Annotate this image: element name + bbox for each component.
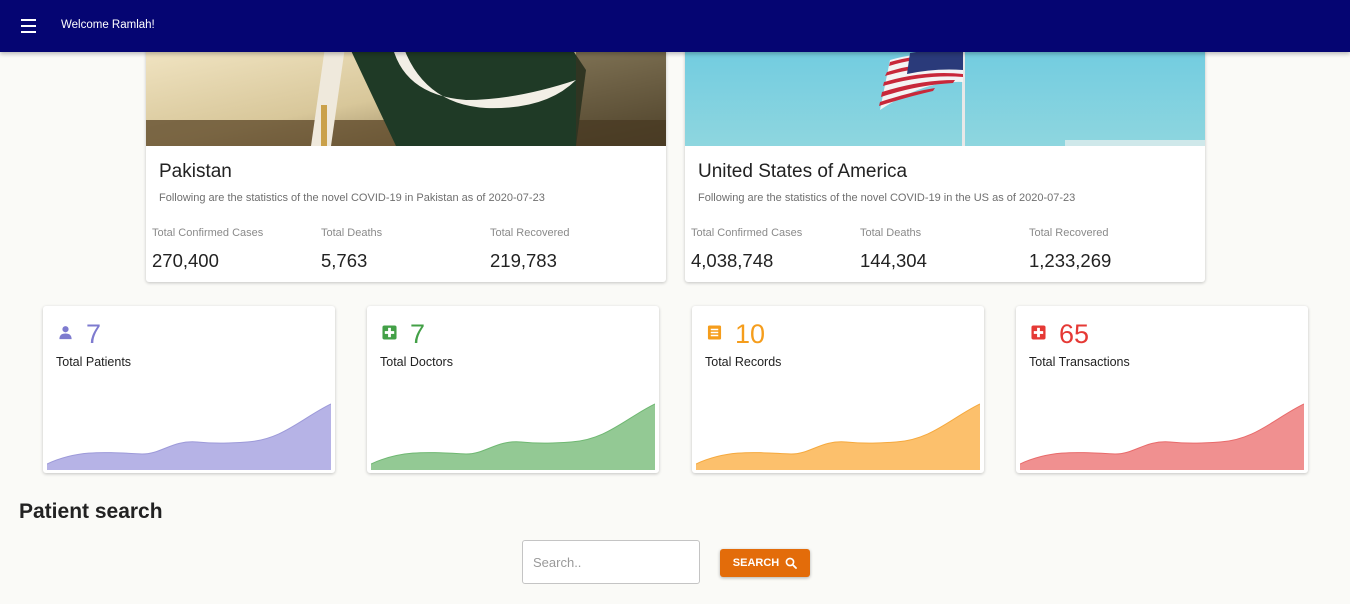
- pakistan-flag-image: [146, 40, 666, 146]
- metric-label: Total Patients: [56, 355, 132, 369]
- patient-search-title: Patient search: [19, 500, 163, 523]
- search-icon: [785, 557, 798, 569]
- country-description: Following are the statistics of the nove…: [698, 192, 1076, 204]
- metric-count: 7: [86, 319, 102, 349]
- usa-card: United States of America Following are t…: [685, 40, 1205, 282]
- recovered-stat: Total Recovered 1,233,269: [1029, 227, 1194, 272]
- trend-sparkline: [371, 403, 655, 470]
- search-input[interactable]: [522, 540, 700, 584]
- stat-label: Total Recovered: [490, 227, 570, 239]
- recovered-stat: Total Recovered 219,783: [490, 227, 655, 272]
- metric-label: Total Doctors: [380, 355, 453, 369]
- usa-flag-image: [685, 40, 1205, 146]
- pakistan-card: Pakistan Following are the statistics of…: [146, 40, 666, 282]
- country-description: Following are the statistics of the nove…: [159, 192, 545, 204]
- stat-label: Total Confirmed Cases: [152, 227, 264, 239]
- metric-count: 10: [735, 319, 766, 349]
- stat-value: 144,304: [860, 250, 927, 271]
- welcome-text: Welcome Ramlah!: [61, 19, 155, 31]
- search-button-label: SEARCH: [732, 557, 780, 569]
- deaths-stat: Total Deaths 144,304: [860, 227, 1025, 272]
- stat-label: Total Deaths: [860, 227, 922, 239]
- stat-label: Total Recovered: [1029, 227, 1109, 239]
- total-patients-card[interactable]: 7 Total Patients: [43, 306, 335, 473]
- stat-value: 1,233,269: [1029, 250, 1112, 271]
- medical-plus-icon: [382, 325, 397, 340]
- stat-value: 219,783: [490, 250, 557, 271]
- country-title: United States of America: [698, 161, 908, 182]
- trend-sparkline: [696, 403, 980, 470]
- metric-count: 65: [1059, 319, 1090, 349]
- country-title: Pakistan: [159, 161, 232, 182]
- hospital-plus-icon: [1031, 325, 1046, 340]
- document-list-icon: [707, 325, 722, 340]
- total-transactions-card[interactable]: 65 Total Transactions: [1016, 306, 1308, 473]
- total-doctors-card[interactable]: 7 Total Doctors: [367, 306, 659, 473]
- person-icon: [59, 326, 72, 340]
- stat-value: 4,038,748: [691, 250, 774, 271]
- total-records-card[interactable]: 10 Total Records: [692, 306, 984, 473]
- stat-value: 5,763: [321, 250, 368, 271]
- stat-label: Total Deaths: [321, 227, 383, 239]
- metric-label: Total Records: [705, 355, 782, 369]
- trend-sparkline: [1020, 403, 1304, 470]
- metric-label: Total Transactions: [1029, 355, 1130, 369]
- metric-count: 7: [410, 319, 426, 349]
- deaths-stat: Total Deaths 5,763: [321, 227, 486, 272]
- stat-label: Total Confirmed Cases: [691, 227, 803, 239]
- confirmed-cases-stat: Total Confirmed Cases 4,038,748: [691, 227, 856, 272]
- stat-value: 270,400: [152, 250, 219, 271]
- trend-sparkline: [47, 403, 331, 470]
- confirmed-cases-stat: Total Confirmed Cases 270,400: [152, 227, 317, 272]
- search-button[interactable]: SEARCH: [720, 549, 810, 577]
- menu-icon[interactable]: [14, 14, 42, 38]
- app-bar: Welcome Ramlah!: [0, 0, 1350, 52]
